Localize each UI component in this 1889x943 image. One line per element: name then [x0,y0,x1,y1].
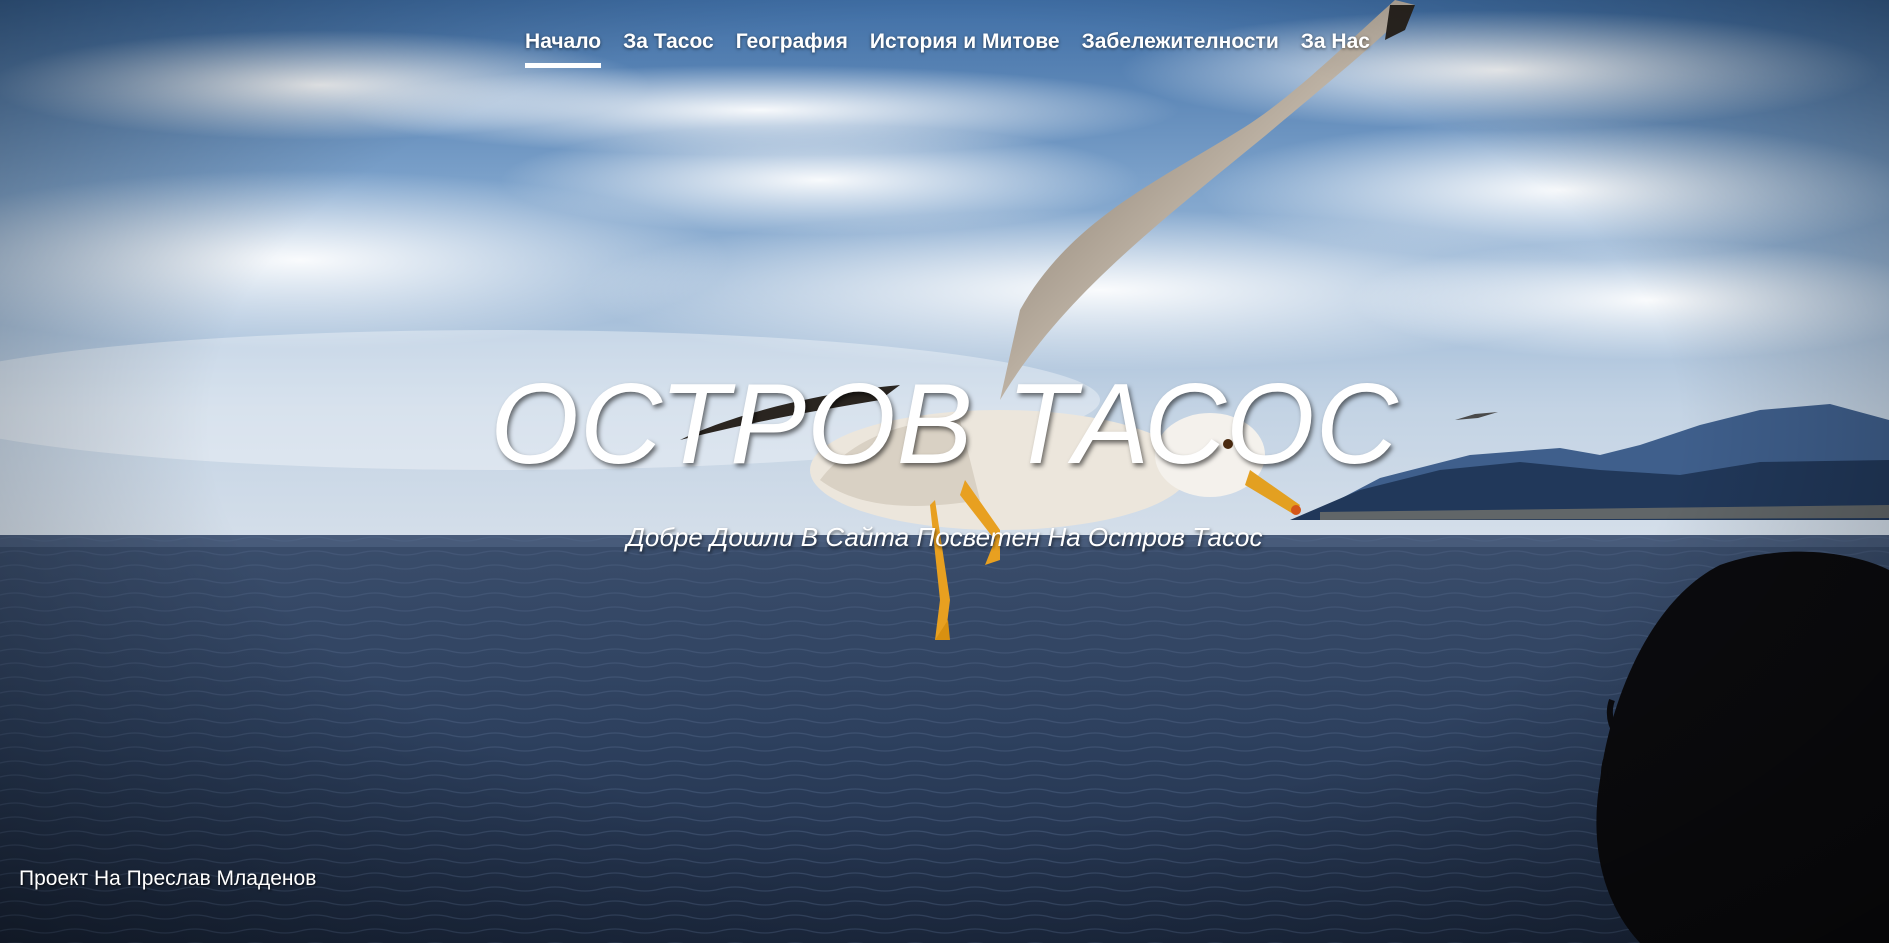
main-navigation: Начало За Тасос География История и Мито… [0,30,1889,68]
nav-item-history-myths[interactable]: История и Митове [870,30,1060,64]
nav-item-about-us[interactable]: За Нас [1301,30,1370,64]
nav-item-about-thasos[interactable]: За Тасос [623,30,714,64]
nav-item-geography[interactable]: География [736,30,848,64]
hero-subtitle: Добре Дошли В Сайта Посветен На Остров Т… [626,522,1263,552]
nav-item-home[interactable]: Начало [525,30,602,68]
hero-section: Начало За Тасос География История и Мито… [0,0,1889,943]
nav-item-landmarks[interactable]: Забележителности [1082,30,1279,64]
hero-title: ОСТРОВ ТАСОС [490,361,1399,488]
author-credit: Проект На Преслав Младенов [19,867,317,890]
